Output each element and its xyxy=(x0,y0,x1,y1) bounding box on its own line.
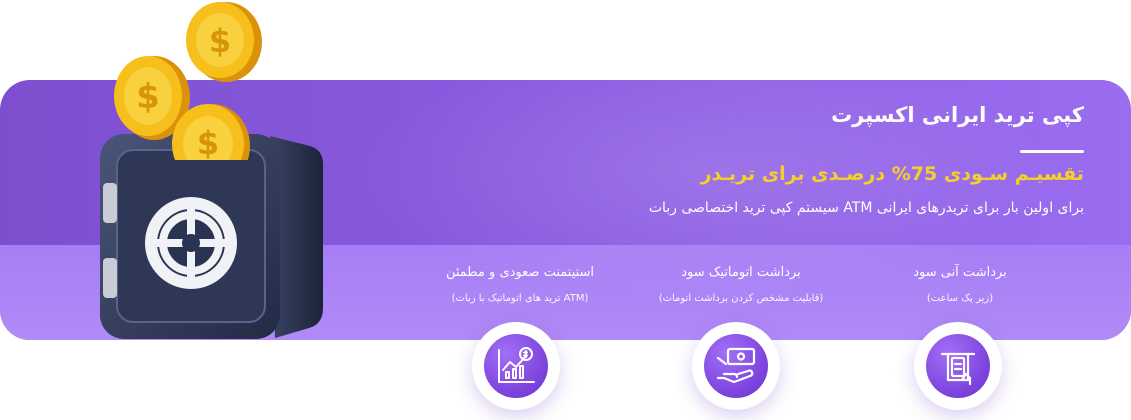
feature-title: برداشت اتوماتیک سود xyxy=(681,265,801,280)
svg-text:$: $ xyxy=(209,22,231,60)
svg-text:$: $ xyxy=(197,124,219,160)
feature-subtitle: (قابلیت مشخص کردن برداشت اتومات) xyxy=(658,293,824,304)
feature-subtitle: (زیر یک ساعت) xyxy=(926,293,994,304)
safe-illustration xyxy=(100,134,323,339)
feature-subtitle: (ATM ترید های اتوماتیک با ربات) xyxy=(451,293,589,304)
feature-title: استیتمنت صعودی و مطمئن xyxy=(445,265,595,280)
banner-title: کپی ترید ایرانی اکسپرت xyxy=(831,103,1084,127)
profit-share-headline: تقسیـم سـودی 75% درصـدی برای تریـدر xyxy=(700,163,1084,185)
title-underline xyxy=(1020,150,1084,153)
atm-withdraw-icon xyxy=(940,352,976,386)
feature-icon-badge xyxy=(472,322,560,410)
hand-money-icon xyxy=(716,347,756,384)
banner-description: برای اولین بار برای تریدرهای ایرانی ATM … xyxy=(648,200,1084,216)
feature-icon-badge xyxy=(914,322,1002,410)
svg-text:$: $ xyxy=(136,77,160,117)
chart-growth-icon xyxy=(498,347,535,383)
feature-icon-badge xyxy=(692,322,780,410)
coin-icon: $ xyxy=(186,2,262,82)
feature-title: برداشت آنی سود xyxy=(913,265,1007,280)
coin-icon: $ xyxy=(172,104,250,160)
